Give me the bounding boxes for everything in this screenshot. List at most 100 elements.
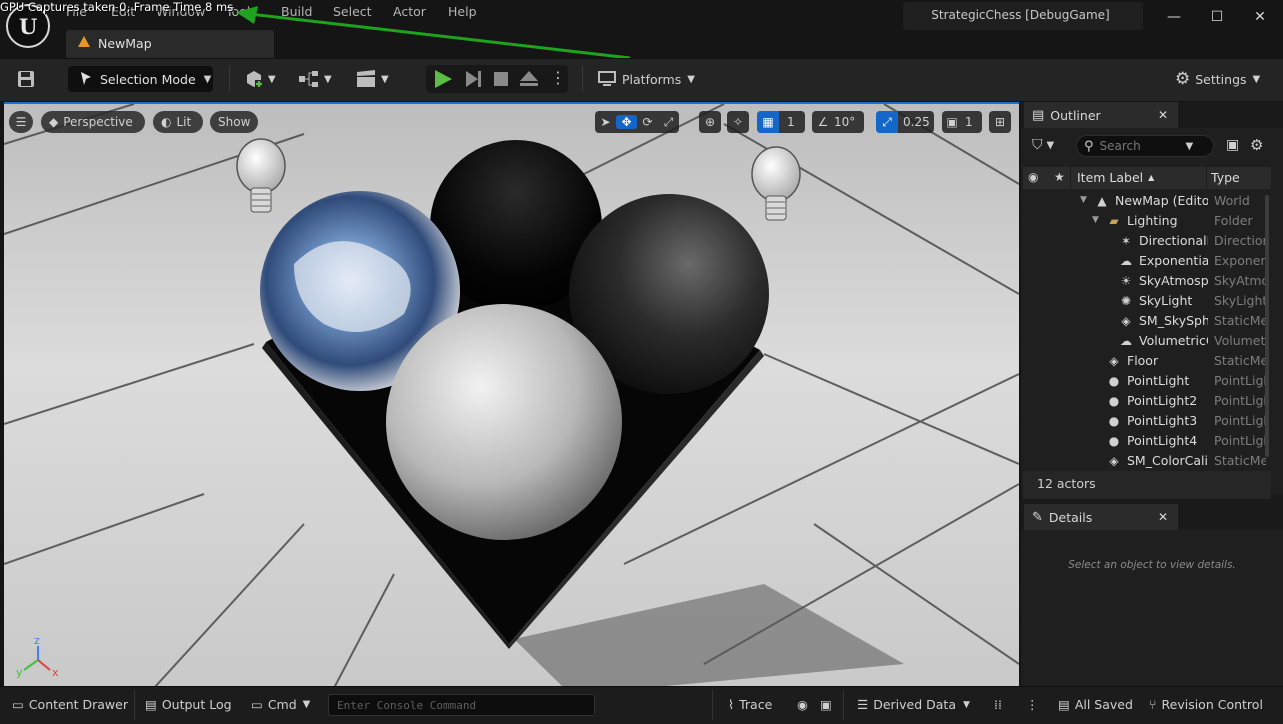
console-command-input[interactable] <box>328 694 595 716</box>
platforms-label: Platforms <box>622 71 682 87</box>
outliner-row[interactable]: ☁ ExponentialHeightFog ExponentialHeightFo… <box>1023 251 1271 271</box>
play-options-icon[interactable]: ⋮ <box>550 68 566 87</box>
surface-snap-button[interactable]: ✧ <box>727 111 749 133</box>
outliner-item-type: ExponentialHeightFog <box>1214 253 1266 268</box>
cinematics-button[interactable]: ▼ <box>355 66 395 92</box>
trace-button[interactable]: ⌇ Trace <box>728 697 772 712</box>
chevron-down-icon: ▼ <box>381 73 389 85</box>
point-light-icon: ● <box>1108 374 1120 388</box>
outliner-row[interactable]: ☀ SkyAtmosphere SkyAtmosphere <box>1023 271 1271 291</box>
output-log-label: Output Log <box>161 697 232 712</box>
selection-mode-dropdown[interactable]: Selection Mode ▼ <box>68 66 213 92</box>
maximize-icon[interactable]: ☐ <box>1202 6 1232 28</box>
add-actor-button[interactable]: ▼ <box>244 66 284 92</box>
outliner-row[interactable]: ▼ ▰ Lighting Folder <box>1023 211 1271 231</box>
network-icon[interactable]: ⁞⁞ <box>994 697 1002 712</box>
close-icon[interactable]: ✕ <box>1158 108 1168 122</box>
outliner-row[interactable]: ◈ SM_ColorCalibrator StaticMeshActor <box>1023 451 1271 471</box>
view-mode-button[interactable]: ◐ Lit <box>153 111 203 133</box>
outliner-item-type: PointLight <box>1214 373 1266 388</box>
gear-icon[interactable]: ⚙ <box>1250 136 1263 154</box>
outliner-row[interactable]: ▼ ▲ NewMap (Editor) World <box>1023 191 1271 211</box>
step-forward-icon[interactable] <box>463 69 483 89</box>
viewport-menu-button[interactable]: ☰ <box>9 111 33 133</box>
outliner-row[interactable]: ◈ SM_SkySphere StaticMeshActor <box>1023 311 1271 331</box>
screenshot-icon[interactable]: ▣ <box>820 697 832 712</box>
outliner-item-label: ExponentialHeightFog <box>1139 253 1208 268</box>
close-icon[interactable]: ✕ <box>1158 510 1168 524</box>
chevron-down-icon[interactable]: ▼ <box>963 700 970 710</box>
map-tab-label: NewMap <box>98 36 152 51</box>
outliner-row[interactable]: ✶ DirectionalLight DirectionalLight <box>1023 231 1271 251</box>
play-icon[interactable] <box>432 69 454 89</box>
outliner-item-label: DirectionalLight <box>1139 233 1208 248</box>
stop-icon[interactable] <box>492 70 510 88</box>
settings-button[interactable]: ⚙ Settings ▼ <box>1175 66 1275 92</box>
toolbar-divider <box>582 66 583 92</box>
viewport-layout-button[interactable]: ⊞ <box>989 111 1011 133</box>
layout-icon: ⊞ <box>994 115 1006 129</box>
toolbar-divider <box>229 66 230 92</box>
record-icon[interactable]: ◉ <box>797 697 808 712</box>
outliner-item-type: Folder <box>1214 213 1253 228</box>
outliner-search-input[interactable] <box>1099 139 1186 153</box>
perspective-button[interactable]: ◆ Perspective <box>41 111 145 133</box>
outliner-row[interactable]: ● PointLight PointLight <box>1023 371 1271 391</box>
output-log-button[interactable]: ▤ Output Log <box>145 697 232 712</box>
cmd-button[interactable]: ▭ Cmd ▼ <box>251 697 310 712</box>
camera-speed-button[interactable]: ▣ 1 <box>942 111 982 133</box>
scale-snap-button[interactable]: ⤢ 0.25 <box>876 111 934 133</box>
clapperboard-icon <box>357 70 375 87</box>
blueprint-icon <box>299 71 318 87</box>
grid-snap-button[interactable]: ▦ 1 <box>757 111 805 133</box>
expand-arrow-icon[interactable]: ▼ <box>1092 215 1099 225</box>
close-icon[interactable]: ✕ <box>1245 6 1275 28</box>
filter-button[interactable]: ⛉ ▼ <box>1032 137 1054 153</box>
point-light-icon: ● <box>1108 394 1120 408</box>
show-button[interactable]: Show <box>210 111 258 133</box>
content-drawer-label: Content Drawer <box>28 697 128 712</box>
platforms-button[interactable]: Platforms ▼ <box>597 66 697 92</box>
eject-icon[interactable] <box>518 69 540 89</box>
outliner-item-label: SkyLight <box>1139 293 1193 308</box>
add-folder-icon[interactable]: ▣ <box>1226 137 1239 153</box>
minimize-icon[interactable]: — <box>1159 6 1189 28</box>
derived-data-button[interactable]: ☰ Derived Data <box>857 697 956 712</box>
expand-arrow-icon[interactable]: ▼ <box>1080 195 1087 205</box>
directional-light-icon: ✶ <box>1120 234 1132 248</box>
revision-control-button[interactable]: ⑂ Revision Control <box>1149 697 1263 712</box>
outliner-row[interactable]: ● PointLight4 PointLight <box>1023 431 1271 451</box>
outliner-tab-label: Outliner <box>1050 107 1101 123</box>
outliner-row[interactable]: ◈ Floor StaticMeshActor <box>1023 351 1271 371</box>
globe-icon: ⊕ <box>704 115 716 129</box>
rotation-snap-button[interactable]: ∠ 10° <box>812 111 864 133</box>
blueprint-button[interactable]: ▼ <box>298 66 338 92</box>
item-label-column[interactable]: Item Label ▲ <box>1077 170 1154 185</box>
star-column-icon[interactable]: ★ <box>1054 170 1065 184</box>
rotate-tool-icon[interactable]: ⟳ <box>637 115 658 129</box>
select-tool-icon[interactable]: ➤ <box>595 115 616 129</box>
coordinate-system-button[interactable]: ⊕ <box>699 111 721 133</box>
column-divider <box>1070 167 1071 189</box>
outliner-scrollbar[interactable] <box>1265 195 1269 457</box>
outliner-search[interactable]: ⚲ ▼ <box>1076 135 1214 157</box>
transform-tools: ➤ ✥ ⟳ ⤢ <box>595 111 679 133</box>
content-drawer-button[interactable]: ▭ Content Drawer <box>12 697 128 712</box>
move-tool-icon[interactable]: ✥ <box>616 115 637 129</box>
outliner-row[interactable]: ✺ SkyLight SkyLight <box>1023 291 1271 311</box>
type-column[interactable]: Type <box>1211 170 1240 185</box>
details-tab[interactable]: ✎ Details ✕ <box>1024 504 1178 530</box>
outliner-tab[interactable]: ▤ Outliner ✕ <box>1024 102 1178 128</box>
more-options-icon[interactable]: ⋮ <box>1026 697 1039 712</box>
visibility-column-icon[interactable]: ◉ <box>1028 170 1038 184</box>
level-viewport[interactable]: x y z ☰ ◆ Perspective ◐ Lit Show ➤ ✥ ⟳ ⤢ ⊕… <box>4 102 1019 686</box>
scale-tool-icon[interactable]: ⤢ <box>658 115 679 130</box>
outliner-row[interactable]: ● PointLight2 PointLight <box>1023 391 1271 411</box>
chevron-down-icon: ▼ <box>1252 73 1261 85</box>
outliner-item-type: StaticMeshActor <box>1214 313 1266 328</box>
perspective-label: Perspective <box>63 115 133 129</box>
outliner-row[interactable]: ● PointLight3 PointLight <box>1023 411 1271 431</box>
all-saved-button[interactable]: ▤ All Saved <box>1058 697 1133 712</box>
save-icon[interactable] <box>17 70 35 88</box>
outliner-row[interactable]: ☁ VolumetricCloud VolumetricCloud <box>1023 331 1271 351</box>
